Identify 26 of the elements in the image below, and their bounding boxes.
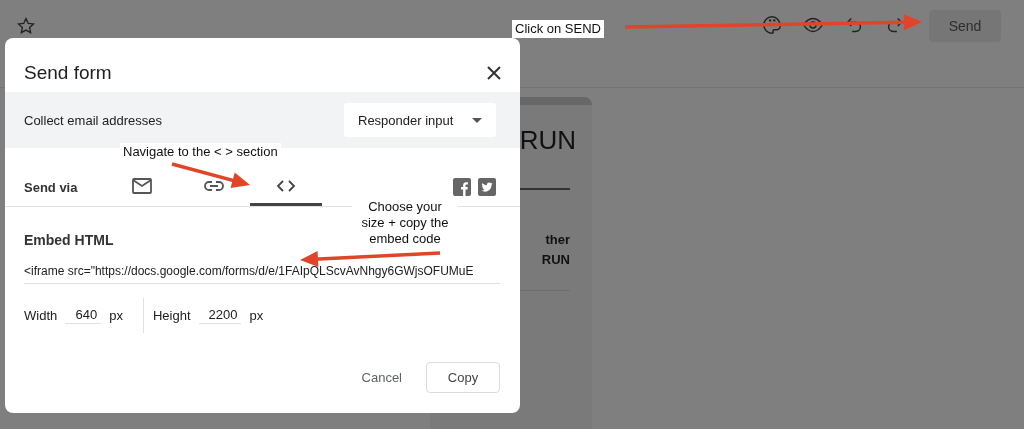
size-label: Width bbox=[24, 308, 58, 323]
mail-icon bbox=[132, 177, 152, 194]
responder-dropdown[interactable]: Responder input bbox=[344, 103, 496, 137]
size-input[interactable]: 640 bbox=[65, 307, 102, 324]
code-icon bbox=[276, 178, 296, 193]
star-icon[interactable] bbox=[16, 16, 36, 36]
collect-email-label: Collect email addresses bbox=[24, 112, 162, 128]
twitter-icon[interactable] bbox=[478, 178, 496, 196]
copy-button[interactable]: Copy bbox=[426, 362, 500, 393]
section-title: Embed HTML bbox=[24, 232, 114, 248]
link-icon bbox=[203, 179, 225, 192]
unit-label: px bbox=[249, 308, 264, 323]
unit-label: px bbox=[109, 308, 123, 323]
form-title: RUN bbox=[518, 125, 576, 156]
caret-icon bbox=[472, 117, 482, 123]
dialog-title: Send form bbox=[24, 62, 112, 84]
annotation-label: Navigate to the < > section bbox=[120, 143, 281, 161]
close-icon[interactable] bbox=[486, 65, 502, 81]
form-text: RUN bbox=[540, 251, 570, 269]
annotation-label: Click on SEND bbox=[512, 20, 604, 38]
facebook-icon[interactable] bbox=[453, 178, 471, 196]
palette-icon[interactable] bbox=[761, 14, 783, 36]
send-via-label: Send via bbox=[24, 179, 79, 195]
size-input[interactable]: 2200 bbox=[198, 307, 242, 324]
size-label: Height bbox=[152, 308, 191, 323]
embed-code-field[interactable]: <iframe src="https://docs.google.com/forms/d/e/1FAIpQLScvAvNhgy6GWjsOFUMuE bbox=[24, 264, 500, 284]
